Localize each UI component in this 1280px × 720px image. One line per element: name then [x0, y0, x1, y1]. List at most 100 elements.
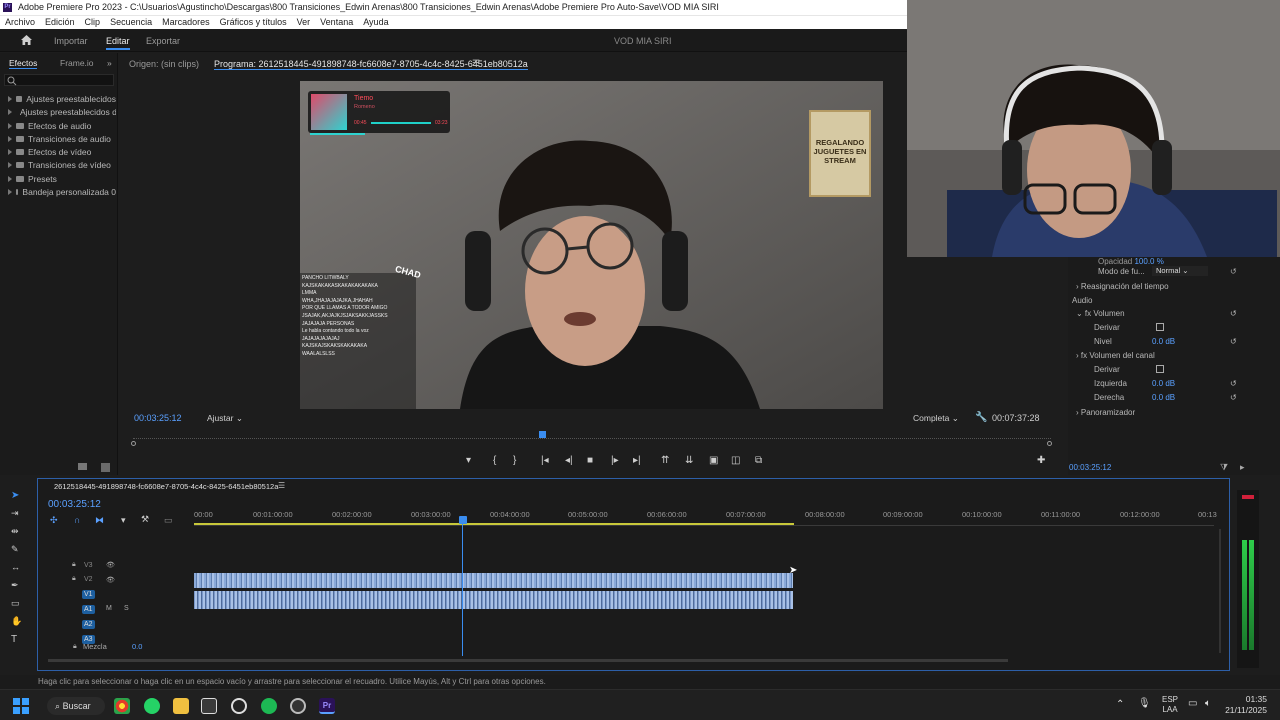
panel-more-icon[interactable]: »: [107, 58, 112, 68]
app-icon[interactable]: [201, 698, 217, 714]
tab-importar[interactable]: Importar: [54, 36, 88, 46]
settings-icon[interactable]: ⧉: [755, 455, 762, 466]
sequence-tab[interactable]: 2612518445-491898748-fc6608e7-8705-4c4c-…: [54, 482, 278, 491]
wrench-icon[interactable]: ⚒: [141, 514, 149, 525]
solo-icon[interactable]: S: [124, 605, 129, 612]
whatsapp-icon[interactable]: [144, 698, 160, 714]
slip-tool-icon[interactable]: ↔: [11, 562, 20, 572]
channel-volume-row[interactable]: › fx Volumen del canal: [1072, 351, 1272, 360]
reset-icon[interactable]: ↺: [1230, 393, 1237, 402]
fit-select[interactable]: Ajustar ⌄: [207, 413, 243, 424]
mute-icon[interactable]: M: [106, 605, 112, 612]
taskbar-search[interactable]: ⌕ Buscar: [47, 697, 105, 715]
menu-marcadores[interactable]: Marcadores: [162, 16, 210, 29]
channel-bypass-checkbox[interactable]: [1156, 365, 1164, 373]
hand-tool-icon[interactable]: ✋: [11, 616, 22, 627]
wrench-icon[interactable]: 🔧: [975, 412, 987, 423]
time-remapping-row[interactable]: › Reasignación del tiempo: [1072, 282, 1272, 291]
monitor-playhead[interactable]: [539, 431, 546, 438]
file-explorer-icon[interactable]: [173, 698, 189, 714]
filter-icon[interactable]: ⧩: [1220, 462, 1228, 473]
nest-icon[interactable]: ✣: [50, 515, 58, 526]
ripple-edit-tool-icon[interactable]: ⇹: [11, 526, 19, 537]
chrome-icon[interactable]: [114, 698, 130, 714]
volume-icon[interactable]: 🔈︎: [1205, 698, 1211, 709]
tab-editar[interactable]: Editar: [106, 36, 130, 50]
premiere-taskbar-icon[interactable]: Pr: [319, 698, 335, 714]
reset-icon[interactable]: ↺: [1230, 337, 1237, 346]
tab-frameio[interactable]: Frame.io: [60, 58, 94, 68]
monitor-time-ruler[interactable]: [133, 438, 1051, 443]
chatgpt-icon[interactable]: [231, 698, 247, 714]
track-a1-label[interactable]: A1: [82, 605, 95, 614]
razor-tool-icon[interactable]: ✎: [11, 544, 19, 555]
lock-icon[interactable]: 🔒︎: [72, 575, 76, 583]
type-tool-icon[interactable]: T: [11, 634, 17, 645]
track-select-tool-icon[interactable]: ⇥: [11, 508, 19, 519]
reset-icon[interactable]: ↺: [1230, 267, 1237, 276]
captions-icon[interactable]: ▭: [164, 515, 173, 526]
selection-tool-icon[interactable]: ➤: [11, 490, 19, 501]
mark-in-icon[interactable]: {: [493, 455, 496, 466]
add-button-icon[interactable]: ✚: [1037, 455, 1045, 466]
stop-icon[interactable]: ■: [587, 455, 593, 466]
reset-icon[interactable]: ↺: [1230, 309, 1237, 318]
tab-efectos[interactable]: Efectos: [9, 58, 38, 69]
track-v3-label[interactable]: V3: [82, 561, 95, 570]
effects-search-input[interactable]: [4, 74, 114, 86]
zoom-handle-left[interactable]: [131, 441, 136, 446]
play-audio-icon[interactable]: ▸: [1240, 462, 1245, 473]
home-icon[interactable]: [20, 34, 33, 46]
windows-start-icon[interactable]: [13, 698, 29, 714]
timeline-scrollbar[interactable]: [48, 659, 1008, 662]
track-v2-label[interactable]: V2: [82, 575, 95, 584]
spotify-icon[interactable]: [261, 698, 277, 714]
menu-ventana[interactable]: Ventana: [320, 16, 353, 29]
timeline-timecode[interactable]: 00:03:25:12: [48, 499, 101, 510]
track-v1-label[interactable]: V1: [82, 590, 95, 599]
add-marker-icon[interactable]: ▾: [121, 515, 126, 526]
menu-ayuda[interactable]: Ayuda: [363, 16, 388, 29]
menu-clip[interactable]: Clip: [85, 16, 101, 29]
pen-tool-icon[interactable]: ✒: [11, 580, 19, 591]
volume-row[interactable]: ⌄ fx Volumen ↺: [1072, 309, 1272, 318]
comparison-view-icon[interactable]: ◫: [731, 455, 740, 466]
eye-icon[interactable]: 👁︎: [106, 561, 115, 569]
blend-mode-select[interactable]: Normal ⌄: [1152, 266, 1208, 276]
timeline-playhead-handle[interactable]: [459, 516, 467, 524]
tree-item-video-transitions[interactable]: Transiciones de vídeo: [8, 160, 116, 170]
zoom-handle-right[interactable]: [1047, 441, 1052, 446]
linked-selection-icon[interactable]: ⧓: [95, 515, 104, 526]
menu-archivo[interactable]: Archivo: [5, 16, 35, 29]
microphone-icon[interactable]: 🎙︎: [1138, 698, 1151, 709]
tab-exportar[interactable]: Exportar: [146, 36, 180, 46]
video-clip-v1[interactable]: [194, 573, 793, 588]
tree-item-user-presets[interactable]: Presets: [8, 174, 116, 184]
program-menu-icon[interactable]: ☰: [472, 58, 480, 69]
extract-icon[interactable]: ⇊: [685, 455, 693, 466]
rectangle-tool-icon[interactable]: ▭: [11, 598, 20, 609]
mark-out-icon[interactable]: }: [513, 455, 516, 466]
tree-item-video-effects[interactable]: Efectos de vídeo: [8, 147, 116, 157]
sequence-menu-icon[interactable]: ☰: [278, 481, 285, 490]
clock[interactable]: 01:35 21/11/2025: [1225, 694, 1267, 716]
panner-row[interactable]: › Panoramizador: [1072, 408, 1272, 417]
reset-icon[interactable]: ↺: [1230, 379, 1237, 388]
menu-ver[interactable]: Ver: [297, 16, 311, 29]
lift-icon[interactable]: ⇈: [661, 455, 669, 466]
go-to-out-icon[interactable]: ▸|: [633, 455, 641, 466]
program-video-frame[interactable]: Tiemo Romeno 00:45 03:23 REGALANDO JUGUE…: [300, 81, 883, 409]
new-bin-icon[interactable]: [78, 463, 87, 470]
eye-icon[interactable]: 👁︎: [106, 576, 115, 584]
right-channel-value[interactable]: 0.0 dB: [1152, 393, 1175, 402]
tree-item-audio-effects[interactable]: Efectos de audio: [8, 121, 116, 131]
menu-edicion[interactable]: Edición: [45, 16, 75, 29]
track-a2-label[interactable]: A2: [82, 620, 95, 629]
mix-value[interactable]: 0.0: [132, 642, 142, 651]
bypass-checkbox[interactable]: [1156, 323, 1164, 331]
timeline-vertical-scrollbar[interactable]: [1219, 529, 1221, 653]
program-timecode[interactable]: 00:03:25:12: [134, 413, 182, 423]
left-channel-value[interactable]: 0.0 dB: [1152, 379, 1175, 388]
obs-icon[interactable]: [290, 698, 306, 714]
network-icon[interactable]: ▭: [1188, 698, 1197, 709]
